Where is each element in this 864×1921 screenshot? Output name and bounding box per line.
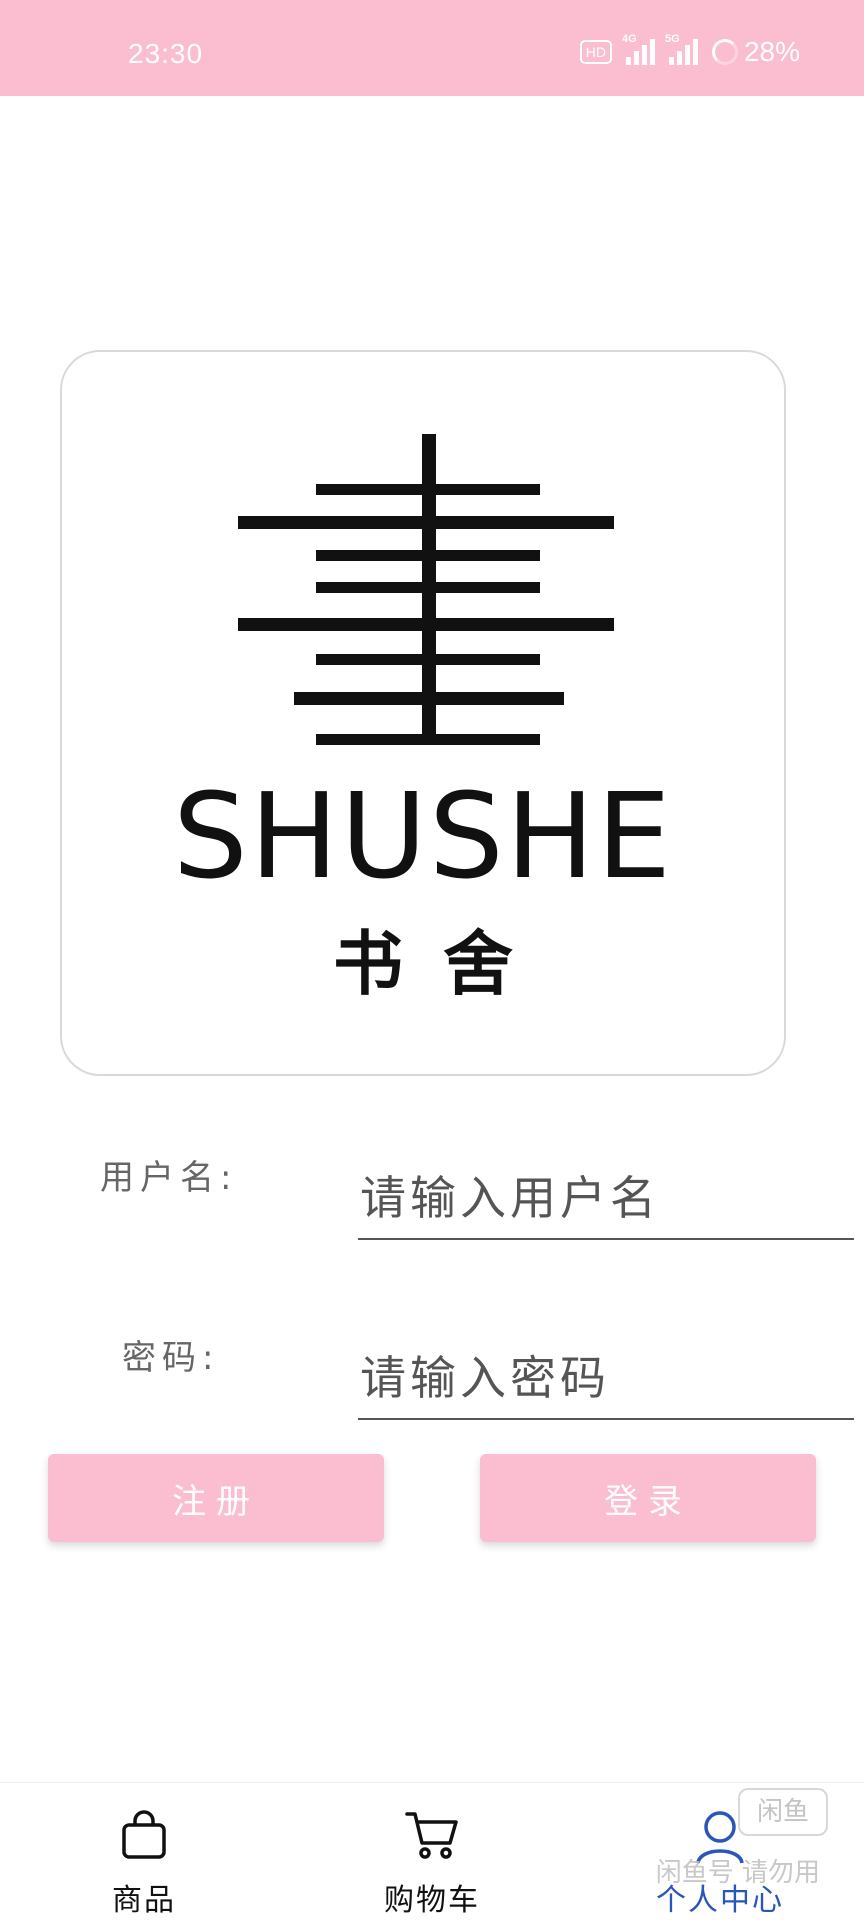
battery-icon: [711, 39, 738, 65]
nav-tab-cart[interactable]: 购物车: [288, 1783, 576, 1921]
nav-tab-products[interactable]: 商品: [0, 1783, 288, 1921]
hd-icon: HD: [579, 40, 612, 64]
nav-label-products: 商品: [112, 1883, 176, 1918]
status-indicators: HD 4G 5G 28%: [579, 33, 800, 68]
password-label: 密码:: [122, 1338, 220, 1378]
signal-5g-label: 5G: [664, 33, 680, 45]
status-time: 23:30: [128, 38, 204, 69]
logo-brand-cn: 书舍: [333, 923, 553, 1005]
password-input[interactable]: [358, 1338, 854, 1420]
register-button[interactable]: 注册: [48, 1454, 384, 1542]
watermark-text: 闲鱼号 请勿用: [655, 1858, 820, 1888]
battery-level: 28%: [743, 36, 800, 67]
cart-icon: [405, 1812, 458, 1859]
status-bar: 23:30 HD 4G 5G 28%: [0, 0, 864, 96]
username-input[interactable]: [358, 1158, 854, 1240]
login-button[interactable]: 登录: [480, 1454, 816, 1542]
logo-card: SHUSHE 书舍: [60, 350, 786, 1076]
watermark-badge: 闲鱼: [738, 1788, 828, 1836]
username-label: 用户名:: [100, 1158, 238, 1198]
signal-4g-label: 4G: [621, 33, 637, 45]
logo-brand-text: SHUSHE: [172, 767, 674, 905]
nav-label-cart: 购物车: [384, 1883, 480, 1918]
shopping-bag-icon: [122, 1810, 166, 1859]
signal-5g-icon: 5G: [665, 33, 698, 65]
signal-4g-icon: 4G: [622, 33, 655, 65]
